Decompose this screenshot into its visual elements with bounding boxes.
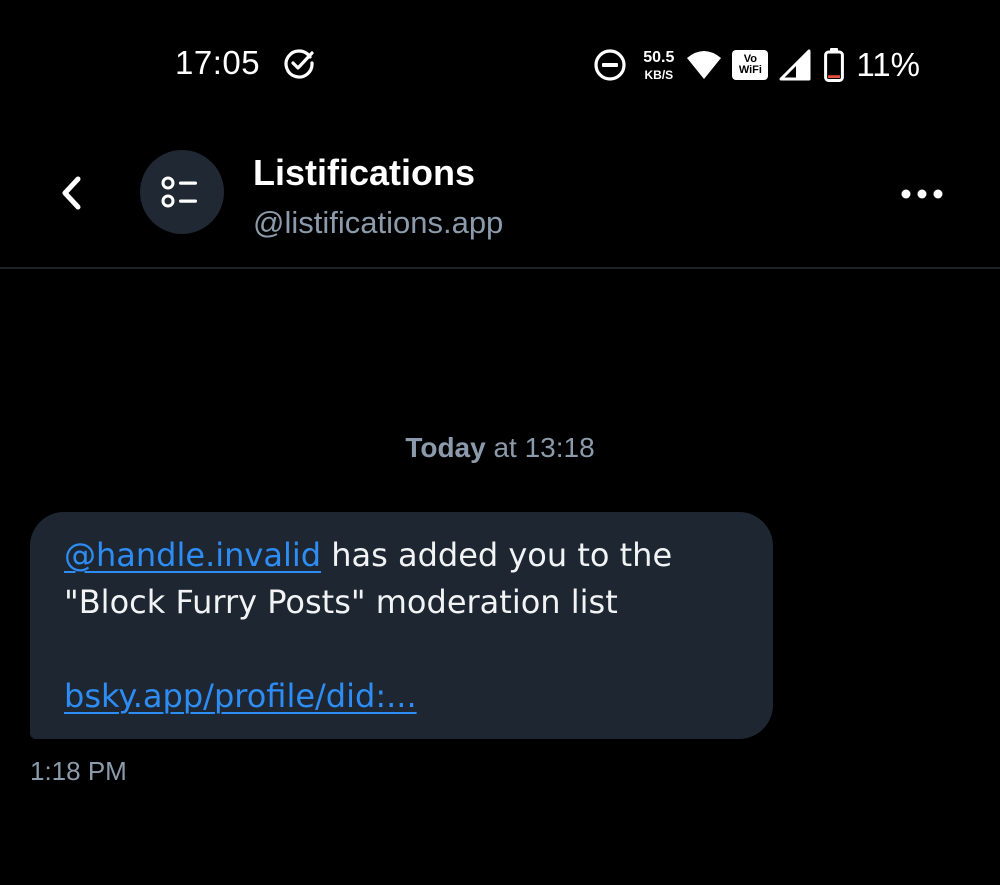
message-line-3: bsky.app/profile/did:... (64, 673, 739, 720)
profile-link[interactable]: bsky.app/profile/did:... (64, 677, 417, 715)
network-speed-unit: KB/S (644, 67, 674, 82)
message-timestamp: 1:18 PM (30, 756, 127, 786)
check-circle-icon (284, 49, 314, 79)
contact-name[interactable]: Listifications (253, 152, 475, 194)
battery-icon (824, 48, 845, 82)
network-speed-value: 50.5 (643, 48, 675, 66)
vowifi-line2: WiFi (738, 64, 762, 76)
status-bar: 17:05 50.5 KB/S Vo WiFi 11% (0, 0, 1000, 130)
conversation-header: Listifications @listifications.app (0, 130, 1000, 269)
back-button[interactable] (48, 165, 94, 221)
date-separator-day: Today (405, 432, 486, 463)
message-line-2: "Block Furry Posts" moderation list (64, 583, 618, 621)
back-chevron-icon (62, 176, 81, 210)
network-speed: 50.5 KB/S (643, 48, 675, 82)
more-dots-icon (901, 189, 943, 199)
status-icons: 50.5 KB/S Vo WiFi 11% (593, 40, 920, 90)
mention-link[interactable]: @handle.invalid (64, 536, 321, 574)
list-avatar-icon (161, 176, 197, 208)
more-options-button[interactable] (892, 172, 952, 216)
cell-signal-icon (779, 49, 811, 81)
status-time: 17:05 (175, 44, 261, 81)
vowifi-icon: Vo WiFi (732, 50, 769, 80)
message-line-1: @handle.invalid has added you to the (64, 532, 739, 579)
message-bubble[interactable]: @handle.invalid has added you to the "Bl… (30, 512, 773, 739)
date-separator: Today at 13:18 (0, 432, 1000, 464)
wifi-icon (687, 51, 722, 79)
do-not-disturb-icon (594, 49, 626, 81)
contact-handle[interactable]: @listifications.app (253, 205, 503, 241)
battery-percent: 11% (856, 46, 920, 83)
date-separator-time: at 13:18 (485, 432, 595, 463)
avatar[interactable] (140, 150, 224, 234)
message-text-1: has added you to the (321, 536, 673, 574)
